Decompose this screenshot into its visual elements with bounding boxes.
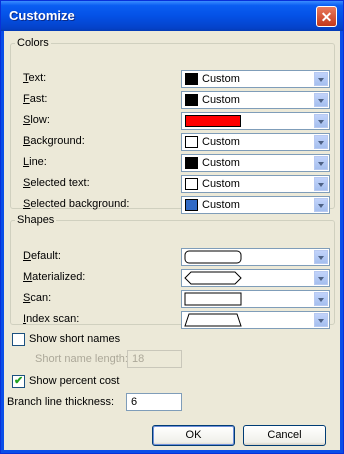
color-swatch bbox=[185, 199, 198, 211]
color-swatch bbox=[185, 136, 198, 148]
colors-group: Colors Text: Custom Fast: Custom Slow: B… bbox=[10, 37, 335, 214]
color-swatch bbox=[185, 178, 198, 190]
dropdown-arrow-icon[interactable] bbox=[314, 313, 328, 327]
index-scan-shape-label: Index scan: bbox=[23, 313, 80, 325]
text-color-select[interactable]: Custom bbox=[181, 70, 330, 88]
materialized-shape-label: Materialized: bbox=[23, 271, 86, 283]
hexagon-icon bbox=[184, 271, 242, 285]
dropdown-arrow-icon[interactable] bbox=[314, 72, 328, 86]
scan-shape-label: Scan: bbox=[23, 292, 52, 304]
selected-background-color-label: Selected background: bbox=[23, 198, 130, 210]
title-bar[interactable]: Customize ✕ bbox=[1, 1, 343, 31]
show-percent-cost-checkbox[interactable]: ✔ bbox=[12, 375, 25, 388]
close-button[interactable]: ✕ bbox=[316, 6, 337, 27]
close-icon: ✕ bbox=[320, 9, 333, 25]
dropdown-arrow-icon[interactable] bbox=[314, 271, 328, 285]
dropdown-arrow-icon[interactable] bbox=[314, 177, 328, 191]
dialog-title: Customize bbox=[9, 8, 75, 23]
short-name-length-input[interactable]: 18 bbox=[127, 350, 182, 368]
branch-line-thickness-input[interactable]: 6 bbox=[126, 393, 182, 411]
default-shape-select[interactable] bbox=[181, 248, 330, 266]
rounded-rectangle-icon bbox=[184, 250, 242, 264]
materialized-shape-select[interactable] bbox=[181, 269, 330, 287]
selected-background-color-select[interactable]: Custom bbox=[181, 196, 330, 214]
customize-dialog: Customize ✕ Colors Text: Custom Fast: Cu… bbox=[0, 0, 344, 454]
shapes-group-legend: Shapes bbox=[17, 214, 55, 226]
shapes-group: Shapes Default: Materialized: Scan: Inde… bbox=[10, 214, 335, 329]
dropdown-arrow-icon[interactable] bbox=[314, 93, 328, 107]
dropdown-arrow-icon[interactable] bbox=[314, 292, 328, 306]
background-color-label: Background: bbox=[23, 135, 85, 147]
color-swatch bbox=[185, 94, 198, 106]
line-color-label: Line: bbox=[23, 156, 47, 168]
scan-shape-select[interactable] bbox=[181, 290, 330, 308]
show-percent-cost-label[interactable]: Show percent cost bbox=[29, 375, 120, 387]
trapezoid-icon bbox=[184, 313, 242, 327]
default-shape-label: Default: bbox=[23, 250, 61, 262]
cancel-button[interactable]: Cancel bbox=[243, 425, 326, 446]
text-color-label: Text: bbox=[23, 72, 47, 84]
line-color-select[interactable]: Custom bbox=[181, 154, 330, 172]
dropdown-arrow-icon[interactable] bbox=[314, 135, 328, 149]
slow-color-label: Slow: bbox=[23, 114, 50, 126]
color-swatch bbox=[185, 157, 198, 169]
colors-group-legend: Colors bbox=[17, 37, 49, 49]
color-swatch bbox=[185, 115, 241, 127]
branch-line-thickness-label: Branch line thickness: bbox=[7, 396, 114, 408]
slow-color-select[interactable] bbox=[181, 112, 330, 130]
show-short-names-label[interactable]: Show short names bbox=[29, 333, 120, 345]
dialog-body: Colors Text: Custom Fast: Custom Slow: B… bbox=[4, 31, 340, 450]
selected-text-color-label: Selected text: bbox=[23, 177, 90, 189]
short-name-length-label: Short name length: bbox=[35, 353, 128, 365]
fast-color-label: Fast: bbox=[23, 93, 48, 105]
ok-button[interactable]: OK bbox=[152, 425, 235, 446]
show-short-names-checkbox[interactable] bbox=[12, 333, 25, 346]
color-swatch bbox=[185, 73, 198, 85]
checkmark-icon: ✔ bbox=[14, 375, 24, 387]
index-scan-shape-select[interactable] bbox=[181, 311, 330, 329]
dropdown-arrow-icon[interactable] bbox=[314, 250, 328, 264]
dropdown-arrow-icon[interactable] bbox=[314, 156, 328, 170]
dropdown-arrow-icon[interactable] bbox=[314, 114, 328, 128]
background-color-select[interactable]: Custom bbox=[181, 133, 330, 151]
fast-color-select[interactable]: Custom bbox=[181, 91, 330, 109]
dropdown-arrow-icon[interactable] bbox=[314, 198, 328, 212]
selected-text-color-select[interactable]: Custom bbox=[181, 175, 330, 193]
rectangle-icon bbox=[184, 292, 242, 306]
